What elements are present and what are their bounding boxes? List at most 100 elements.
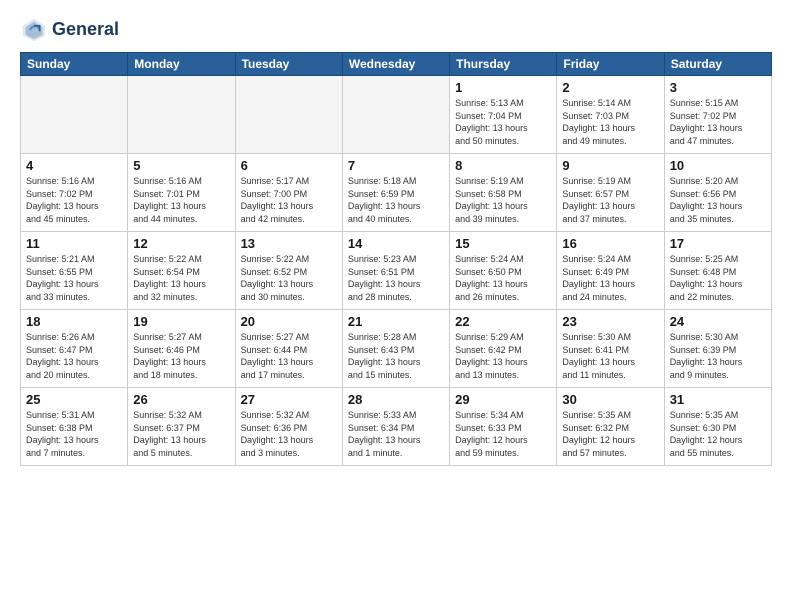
day-cell: 1 Sunrise: 5:13 AM Sunset: 7:04 PM Daylig… (450, 76, 557, 154)
day-number: 14 (348, 236, 444, 251)
day-number: 3 (670, 80, 766, 95)
day-cell: 27 Sunrise: 5:32 AM Sunset: 6:36 PM Dayli… (235, 388, 342, 466)
day-number: 1 (455, 80, 551, 95)
day-cell: 7 Sunrise: 5:18 AM Sunset: 6:59 PM Daylig… (342, 154, 449, 232)
day-info: Sunrise: 5:34 AM Sunset: 6:33 PM Dayligh… (455, 409, 551, 459)
day-info: Sunrise: 5:22 AM Sunset: 6:54 PM Dayligh… (133, 253, 229, 303)
day-info: Sunrise: 5:23 AM Sunset: 6:51 PM Dayligh… (348, 253, 444, 303)
day-info: Sunrise: 5:27 AM Sunset: 6:46 PM Dayligh… (133, 331, 229, 381)
day-cell: 30 Sunrise: 5:35 AM Sunset: 6:32 PM Dayli… (557, 388, 664, 466)
weekday-wednesday: Wednesday (342, 53, 449, 76)
day-cell: 14 Sunrise: 5:23 AM Sunset: 6:51 PM Dayli… (342, 232, 449, 310)
day-info: Sunrise: 5:16 AM Sunset: 7:02 PM Dayligh… (26, 175, 122, 225)
day-info: Sunrise: 5:19 AM Sunset: 6:58 PM Dayligh… (455, 175, 551, 225)
weekday-saturday: Saturday (664, 53, 771, 76)
week-row-3: 11 Sunrise: 5:21 AM Sunset: 6:55 PM Dayli… (21, 232, 772, 310)
day-info: Sunrise: 5:24 AM Sunset: 6:50 PM Dayligh… (455, 253, 551, 303)
day-number: 18 (26, 314, 122, 329)
day-info: Sunrise: 5:28 AM Sunset: 6:43 PM Dayligh… (348, 331, 444, 381)
day-info: Sunrise: 5:32 AM Sunset: 6:37 PM Dayligh… (133, 409, 229, 459)
day-info: Sunrise: 5:13 AM Sunset: 7:04 PM Dayligh… (455, 97, 551, 147)
day-number: 25 (26, 392, 122, 407)
weekday-friday: Friday (557, 53, 664, 76)
day-info: Sunrise: 5:20 AM Sunset: 6:56 PM Dayligh… (670, 175, 766, 225)
day-number: 20 (241, 314, 337, 329)
day-cell: 3 Sunrise: 5:15 AM Sunset: 7:02 PM Daylig… (664, 76, 771, 154)
day-number: 13 (241, 236, 337, 251)
day-info: Sunrise: 5:32 AM Sunset: 6:36 PM Dayligh… (241, 409, 337, 459)
day-cell: 4 Sunrise: 5:16 AM Sunset: 7:02 PM Daylig… (21, 154, 128, 232)
day-cell: 20 Sunrise: 5:27 AM Sunset: 6:44 PM Dayli… (235, 310, 342, 388)
day-cell (342, 76, 449, 154)
day-number: 2 (562, 80, 658, 95)
day-number: 29 (455, 392, 551, 407)
day-info: Sunrise: 5:30 AM Sunset: 6:39 PM Dayligh… (670, 331, 766, 381)
day-info: Sunrise: 5:35 AM Sunset: 6:32 PM Dayligh… (562, 409, 658, 459)
day-number: 31 (670, 392, 766, 407)
day-number: 15 (455, 236, 551, 251)
day-cell: 29 Sunrise: 5:34 AM Sunset: 6:33 PM Dayli… (450, 388, 557, 466)
day-info: Sunrise: 5:35 AM Sunset: 6:30 PM Dayligh… (670, 409, 766, 459)
day-cell: 9 Sunrise: 5:19 AM Sunset: 6:57 PM Daylig… (557, 154, 664, 232)
day-cell (128, 76, 235, 154)
day-info: Sunrise: 5:19 AM Sunset: 6:57 PM Dayligh… (562, 175, 658, 225)
day-info: Sunrise: 5:18 AM Sunset: 6:59 PM Dayligh… (348, 175, 444, 225)
day-number: 30 (562, 392, 658, 407)
day-number: 11 (26, 236, 122, 251)
day-cell: 10Sunrise: 5:20 AM Sunset: 6:56 PM Dayli… (664, 154, 771, 232)
weekday-thursday: Thursday (450, 53, 557, 76)
day-info: Sunrise: 5:27 AM Sunset: 6:44 PM Dayligh… (241, 331, 337, 381)
page: General SundayMondayTuesdayWednesdayThur… (0, 0, 792, 612)
day-info: Sunrise: 5:17 AM Sunset: 7:00 PM Dayligh… (241, 175, 337, 225)
day-cell: 2 Sunrise: 5:14 AM Sunset: 7:03 PM Daylig… (557, 76, 664, 154)
day-number: 7 (348, 158, 444, 173)
day-info: Sunrise: 5:21 AM Sunset: 6:55 PM Dayligh… (26, 253, 122, 303)
day-number: 23 (562, 314, 658, 329)
day-cell: 19 Sunrise: 5:27 AM Sunset: 6:46 PM Dayli… (128, 310, 235, 388)
day-cell: 31 Sunrise: 5:35 AM Sunset: 6:30 PM Dayli… (664, 388, 771, 466)
logo: General (20, 16, 119, 44)
day-number: 24 (670, 314, 766, 329)
day-info: Sunrise: 5:30 AM Sunset: 6:41 PM Dayligh… (562, 331, 658, 381)
header: General (20, 16, 772, 44)
day-info: Sunrise: 5:22 AM Sunset: 6:52 PM Dayligh… (241, 253, 337, 303)
day-number: 19 (133, 314, 229, 329)
day-number: 17 (670, 236, 766, 251)
day-number: 5 (133, 158, 229, 173)
day-number: 22 (455, 314, 551, 329)
day-cell: 18 Sunrise: 5:26 AM Sunset: 6:47 PM Dayli… (21, 310, 128, 388)
day-info: Sunrise: 5:33 AM Sunset: 6:34 PM Dayligh… (348, 409, 444, 459)
calendar: SundayMondayTuesdayWednesdayThursdayFrid… (20, 52, 772, 466)
logo-icon (20, 16, 48, 44)
day-cell: 15 Sunrise: 5:24 AM Sunset: 6:50 PM Dayli… (450, 232, 557, 310)
day-cell: 24 Sunrise: 5:30 AM Sunset: 6:39 PM Dayli… (664, 310, 771, 388)
weekday-sunday: Sunday (21, 53, 128, 76)
day-cell: 28Sunrise: 5:33 AM Sunset: 6:34 PM Dayli… (342, 388, 449, 466)
day-cell: 21 Sunrise: 5:28 AM Sunset: 6:43 PM Dayli… (342, 310, 449, 388)
day-cell: 11 Sunrise: 5:21 AM Sunset: 6:55 PM Dayli… (21, 232, 128, 310)
day-info: Sunrise: 5:16 AM Sunset: 7:01 PM Dayligh… (133, 175, 229, 225)
day-number: 6 (241, 158, 337, 173)
day-info: Sunrise: 5:14 AM Sunset: 7:03 PM Dayligh… (562, 97, 658, 147)
day-number: 16 (562, 236, 658, 251)
logo-text: General (52, 20, 119, 40)
day-cell: 17Sunrise: 5:25 AM Sunset: 6:48 PM Dayli… (664, 232, 771, 310)
day-cell (21, 76, 128, 154)
day-cell: 16Sunrise: 5:24 AM Sunset: 6:49 PM Dayli… (557, 232, 664, 310)
week-row-5: 25 Sunrise: 5:31 AM Sunset: 6:38 PM Dayli… (21, 388, 772, 466)
day-cell: 26Sunrise: 5:32 AM Sunset: 6:37 PM Dayli… (128, 388, 235, 466)
day-number: 12 (133, 236, 229, 251)
day-cell: 12 Sunrise: 5:22 AM Sunset: 6:54 PM Dayli… (128, 232, 235, 310)
day-info: Sunrise: 5:26 AM Sunset: 6:47 PM Dayligh… (26, 331, 122, 381)
day-cell: 6 Sunrise: 5:17 AM Sunset: 7:00 PM Daylig… (235, 154, 342, 232)
day-number: 27 (241, 392, 337, 407)
day-number: 4 (26, 158, 122, 173)
weekday-monday: Monday (128, 53, 235, 76)
day-info: Sunrise: 5:15 AM Sunset: 7:02 PM Dayligh… (670, 97, 766, 147)
day-number: 9 (562, 158, 658, 173)
week-row-2: 4 Sunrise: 5:16 AM Sunset: 7:02 PM Daylig… (21, 154, 772, 232)
weekday-header-row: SundayMondayTuesdayWednesdayThursdayFrid… (21, 53, 772, 76)
day-number: 21 (348, 314, 444, 329)
week-row-1: 1 Sunrise: 5:13 AM Sunset: 7:04 PM Daylig… (21, 76, 772, 154)
day-info: Sunrise: 5:31 AM Sunset: 6:38 PM Dayligh… (26, 409, 122, 459)
